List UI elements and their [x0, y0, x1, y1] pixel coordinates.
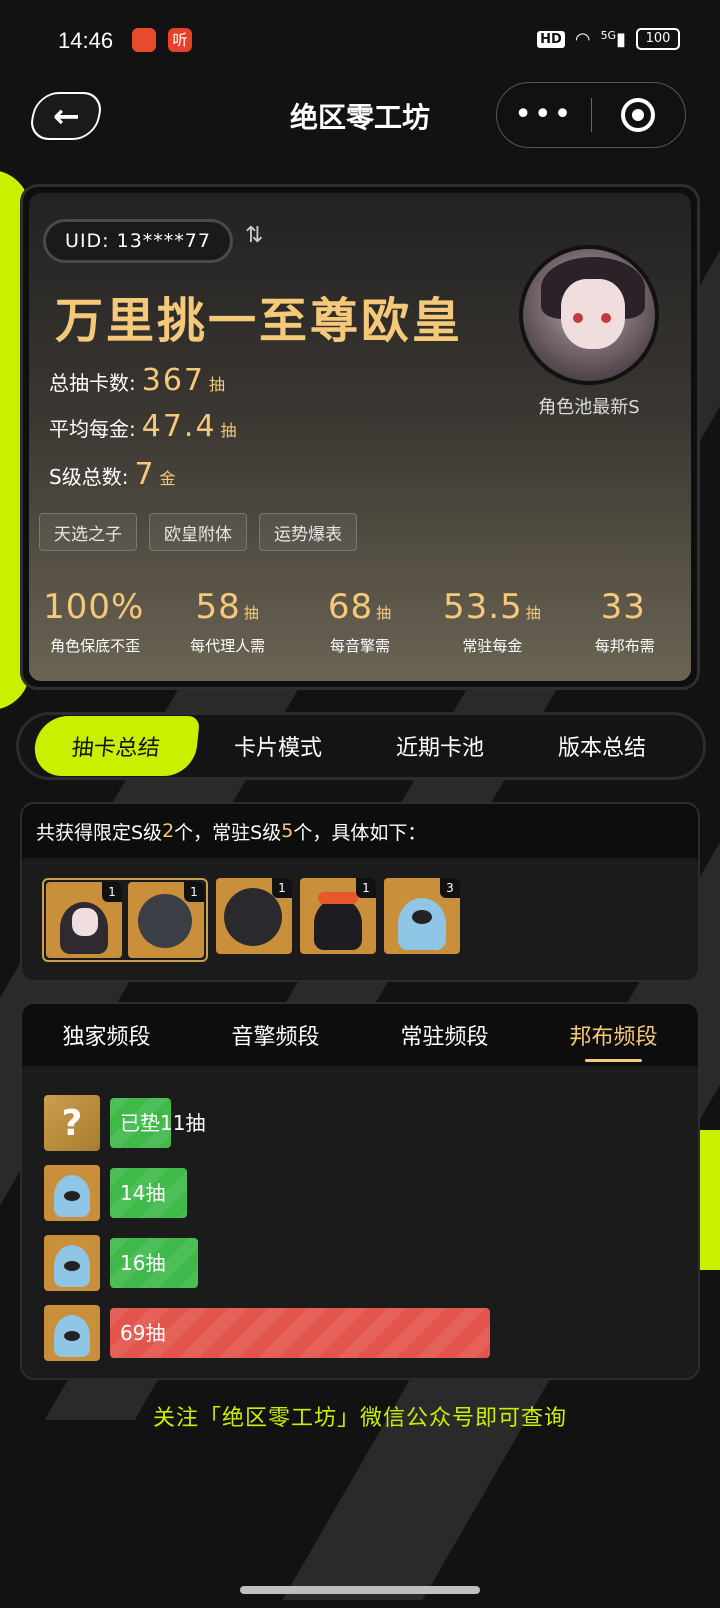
- tab-version-summary[interactable]: 版本总结: [521, 716, 683, 776]
- segment-card: 独家频段 音擎频段 常驻频段 邦布频段 ? 已垫11抽 14抽 16抽 69抽: [20, 1002, 700, 1380]
- battery-icon: 100: [636, 28, 680, 50]
- title-bar: ← 绝区零工坊 •••: [0, 82, 720, 184]
- tag-item: 欧皇附体: [149, 513, 247, 551]
- stat-avg-per-gold: 平均每金: 47.4 抽: [49, 409, 237, 444]
- bangboo-shark-icon: [44, 1305, 100, 1361]
- pull-history-list: ? 已垫11抽 14抽 16抽 69抽: [22, 1066, 698, 1368]
- tab-standard-channel[interactable]: 常驻频段: [400, 1004, 488, 1066]
- home-indicator[interactable]: [240, 1586, 480, 1594]
- metric-item: 100% 角色保底不歪: [43, 587, 145, 655]
- main-tab-bar: 抽卡总结 卡片模式 近期卡池 版本总结: [16, 712, 706, 780]
- lime-accent-right: [700, 1130, 720, 1270]
- tab-exclusive-channel[interactable]: 独家频段: [62, 1004, 150, 1066]
- target-circle-icon: [621, 98, 656, 132]
- hd-icon: HD: [537, 30, 565, 48]
- metric-item: 53.5 抽 常驻每金: [443, 587, 542, 655]
- tab-wengine-channel[interactable]: 音擎频段: [231, 1004, 319, 1066]
- pull-row: 14抽: [44, 1158, 698, 1228]
- tag-item: 运势爆表: [259, 513, 357, 551]
- result-icon-list: 1 1 1 1 3: [22, 858, 698, 962]
- metric-item: 68 抽 每音擎需: [327, 587, 393, 655]
- listen-app-icon: 听: [168, 28, 192, 52]
- metric-item: 33 每邦布需: [594, 587, 655, 655]
- swap-account-icon[interactable]: ⇅: [245, 223, 263, 248]
- tab-recent-pools[interactable]: 近期卡池: [359, 716, 521, 776]
- char-icon-shark-blue[interactable]: 3: [384, 878, 460, 954]
- notification-app-icon: [132, 28, 156, 52]
- tab-card-mode[interactable]: 卡片模式: [197, 716, 359, 776]
- tag-list: 天选之子 欧皇附体 运势爆表: [39, 513, 357, 551]
- mini-program-capsule: •••: [496, 82, 686, 148]
- question-icon: ?: [44, 1095, 100, 1151]
- pull-bar-label: 69抽: [120, 1321, 166, 1345]
- more-dots-icon: •••: [514, 97, 574, 132]
- rank-title: 万里挑一至尊欧皇: [55, 293, 464, 349]
- char-icon-girl[interactable]: 1: [46, 882, 122, 958]
- uid-badge: UID: 13****77: [43, 219, 233, 263]
- summary-card: UID: 13****77 ⇅ 万里挑一至尊欧皇 总抽卡数: 367 抽 平均每…: [20, 184, 700, 690]
- char-icon-girl2[interactable]: 1: [300, 878, 376, 954]
- pull-bar-label: 已垫11抽: [120, 1111, 206, 1135]
- signal-icon: 5G▮: [600, 28, 626, 50]
- footer-note: 关注「绝区零工坊」微信公众号即可查询: [152, 1406, 567, 1431]
- more-button[interactable]: •••: [497, 100, 591, 130]
- metrics-row: 100% 角色保底不歪 58 抽 每代理人需 68 抽 每音擎需 53.5 抽 常驻每…: [29, 587, 691, 656]
- char-icon-shark-black[interactable]: 1: [128, 882, 204, 958]
- status-bar: 14:46 听 HD ◠ 5G▮ 100: [0, 0, 720, 84]
- result-summary-text: 共获得限定S级 2 个，常驻S级 5 个，具体如下：: [22, 804, 698, 858]
- stat-s-total: S级总数: 7 金: [49, 457, 176, 492]
- bangboo-shark-icon: [44, 1165, 100, 1221]
- pull-bar-label: 16抽: [120, 1251, 166, 1275]
- pull-bar-label: 14抽: [120, 1181, 166, 1205]
- char-icon-ball[interactable]: 1: [216, 878, 292, 954]
- tab-pull-summary[interactable]: 抽卡总结: [31, 716, 201, 776]
- result-card: 共获得限定S级 2 个，常驻S级 5 个，具体如下： 1 1 1 1 3: [20, 802, 700, 982]
- metric-item: 58 抽 每代理人需: [190, 587, 266, 655]
- avatar-caption: 角色池最新S: [538, 397, 640, 418]
- tab-bangboo-channel[interactable]: 邦布频段: [569, 1004, 658, 1066]
- tag-item: 天选之子: [39, 513, 137, 551]
- close-mini-program-button[interactable]: [592, 98, 686, 132]
- segment-tab-bar: 独家频段 音擎频段 常驻频段 邦布频段: [22, 1004, 698, 1066]
- limited-group: 1 1: [42, 878, 208, 962]
- pull-row: 69抽: [44, 1298, 698, 1368]
- pull-row: ? 已垫11抽: [44, 1088, 698, 1158]
- pull-row: 16抽: [44, 1228, 698, 1298]
- avatar: [519, 245, 659, 385]
- bangboo-shark-icon: [44, 1235, 100, 1291]
- stat-total-pulls: 总抽卡数: 367 抽: [49, 363, 226, 398]
- wifi-icon: ◠: [574, 28, 591, 50]
- pull-bar: [110, 1308, 490, 1358]
- status-time: 14:46: [58, 28, 114, 53]
